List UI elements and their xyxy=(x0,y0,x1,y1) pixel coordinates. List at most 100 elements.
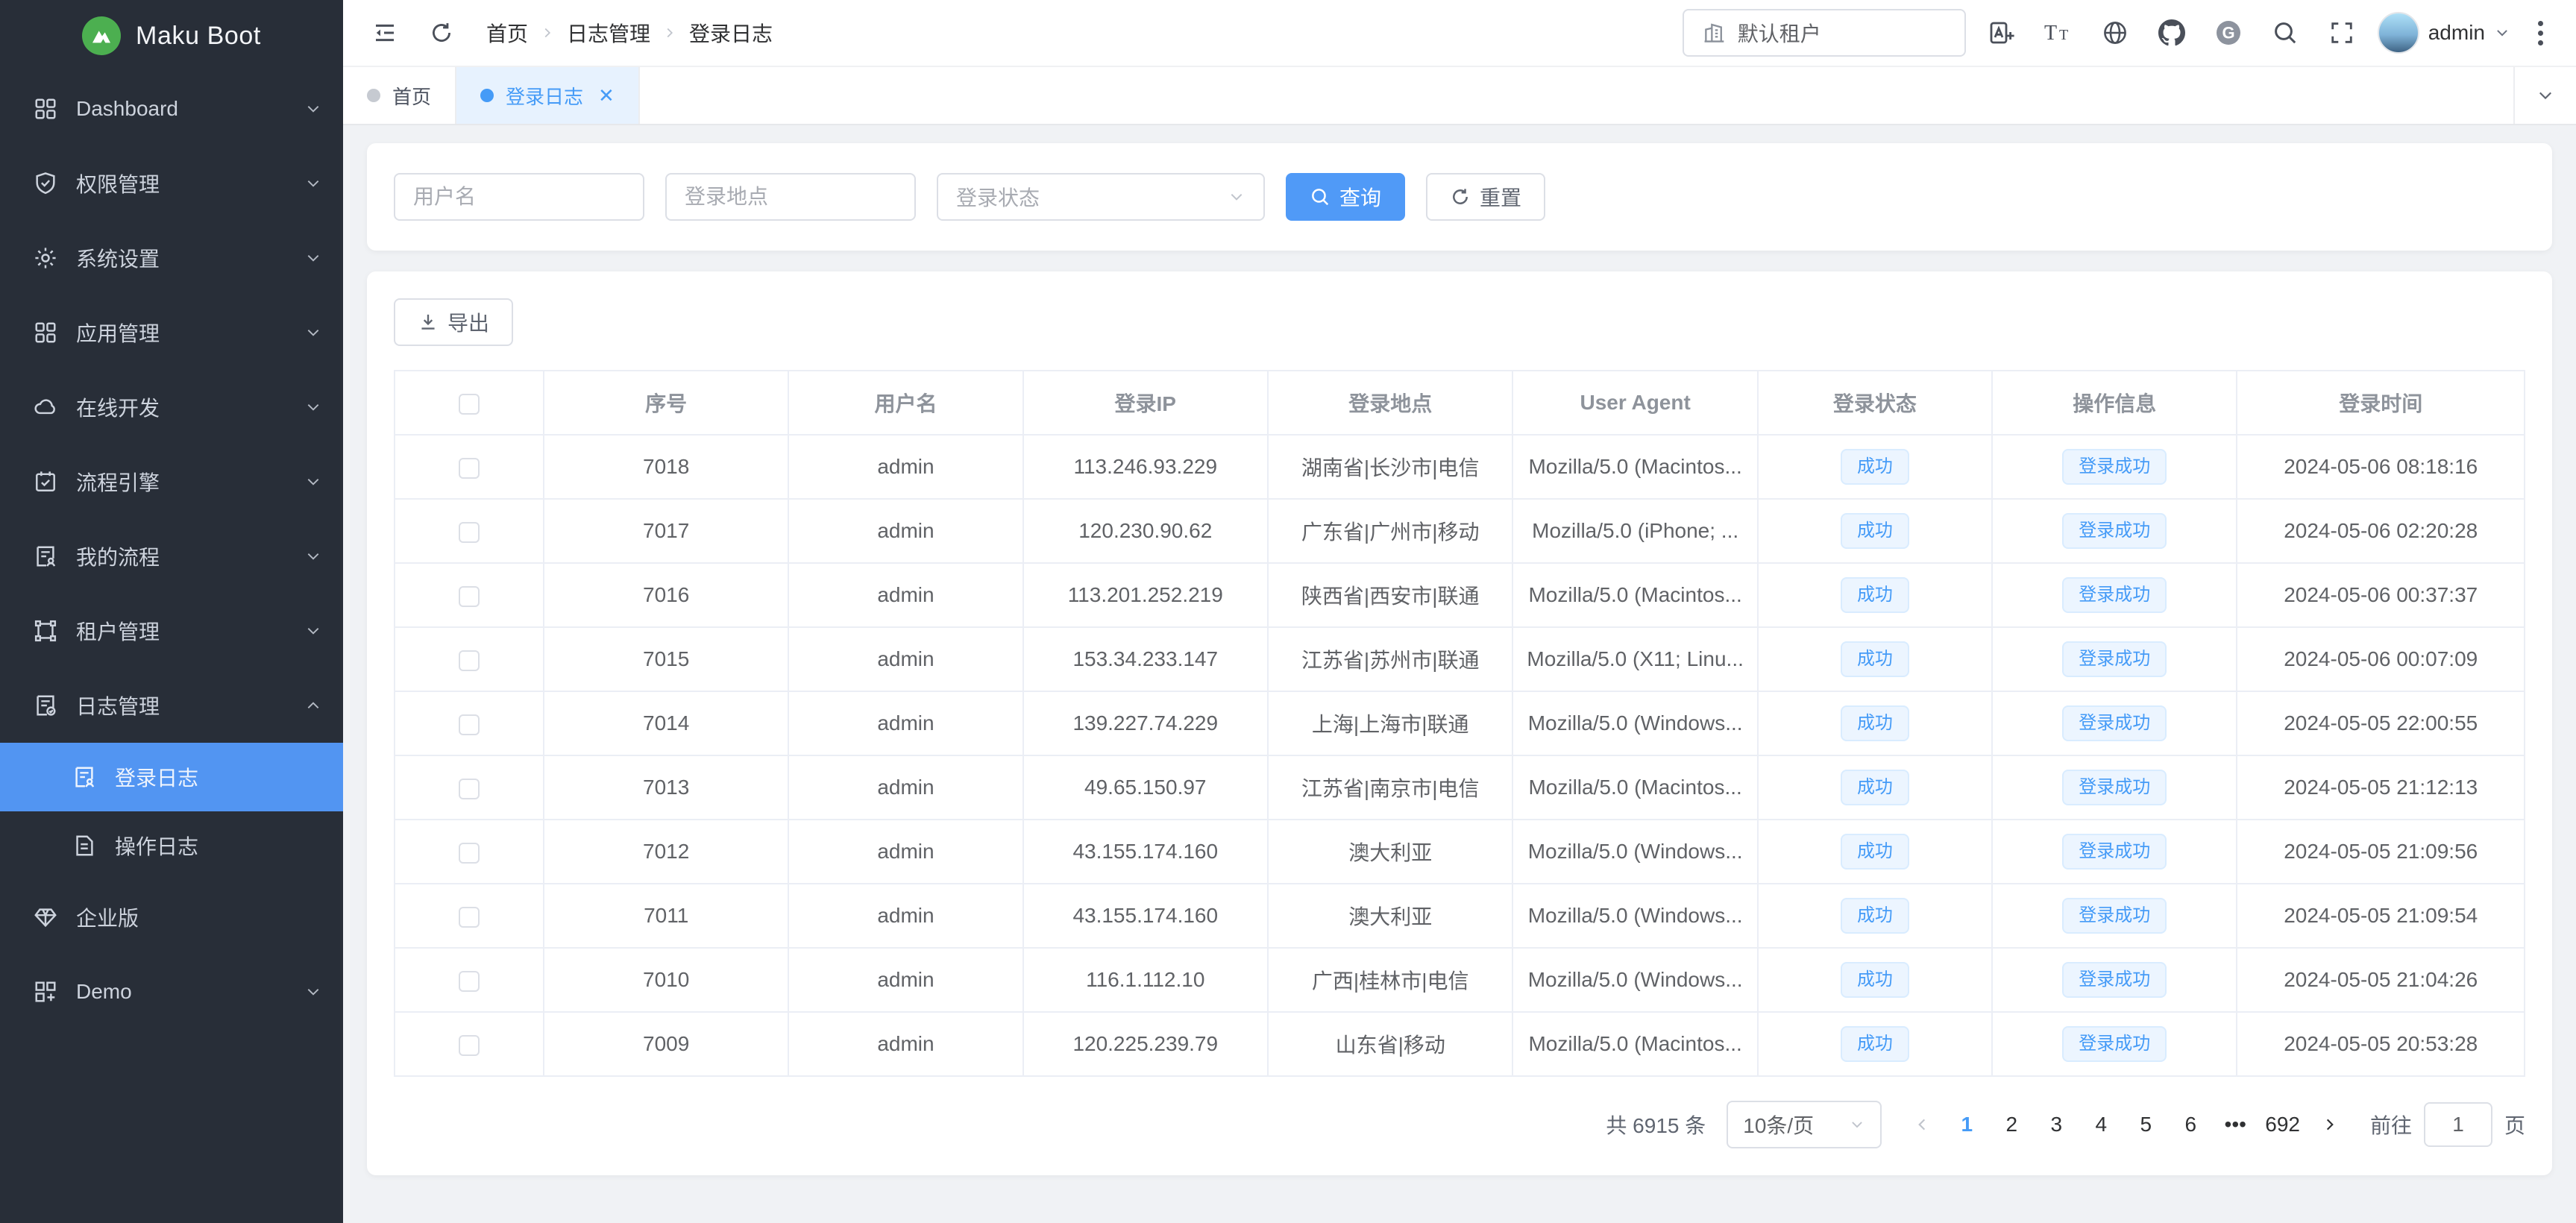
sidebar-item-system-settings[interactable]: 系统设置 xyxy=(0,221,343,295)
username-input[interactable] xyxy=(394,173,644,221)
select-all-checkbox[interactable] xyxy=(459,394,480,415)
row-checkbox[interactable] xyxy=(459,907,480,928)
sidebar-item-login-log[interactable]: 登录日志 xyxy=(0,743,343,811)
font-size-icon[interactable]: TT xyxy=(2038,12,2079,54)
download-icon xyxy=(418,312,439,333)
cell-ip: 120.225.239.79 xyxy=(1023,1012,1268,1076)
search-icon xyxy=(1310,186,1331,207)
pagination-ellipsis[interactable]: ••• xyxy=(2216,1104,2255,1145)
sidebar-item-online-dev[interactable]: 在线开发 xyxy=(0,370,343,444)
sidebar-item-label: 登录日志 xyxy=(115,762,322,792)
chevron-down-icon xyxy=(304,473,322,491)
tab-close-icon[interactable]: ✕ xyxy=(598,84,615,107)
sidebar-item-tenant-management[interactable]: 租户管理 xyxy=(0,594,343,668)
page-number[interactable]: 2 xyxy=(1992,1104,2031,1145)
row-checkbox[interactable] xyxy=(459,971,480,992)
column-header-username: 用户名 xyxy=(788,371,1022,435)
breadcrumb-home[interactable]: 首页 xyxy=(486,18,528,48)
tab-login-log[interactable]: 登录日志 ✕ xyxy=(456,67,640,124)
github-icon[interactable] xyxy=(2151,12,2193,54)
sidebar-item-label: 日志管理 xyxy=(76,691,286,720)
tab-label: 登录日志 xyxy=(506,82,583,110)
column-header-operation: 操作信息 xyxy=(1992,371,2237,435)
reset-button[interactable]: 重置 xyxy=(1426,173,1545,221)
tab-options-chevron-icon[interactable] xyxy=(2513,67,2576,124)
table-row: 7014 admin 139.227.74.229 上海|上海市|联通 Mozi… xyxy=(395,691,2525,755)
row-checkbox[interactable] xyxy=(459,522,480,543)
cell-login-time: 2024-05-05 20:53:28 xyxy=(2237,1012,2525,1076)
row-checkbox[interactable] xyxy=(459,1035,480,1056)
table-row: 7013 admin 49.65.150.97 江苏省|南京市|电信 Mozil… xyxy=(395,755,2525,820)
cell-user-agent: Mozilla/5.0 (iPhone; ... xyxy=(1512,499,1757,563)
fullscreen-icon[interactable] xyxy=(2321,12,2363,54)
row-checkbox[interactable] xyxy=(459,650,480,671)
cell-location: 澳大利亚 xyxy=(1268,820,1512,884)
collapse-sidebar-icon[interactable] xyxy=(364,12,406,54)
gitee-icon[interactable]: G xyxy=(2208,12,2249,54)
row-checkbox[interactable] xyxy=(459,458,480,479)
page-number[interactable]: 5 xyxy=(2126,1104,2165,1145)
row-checkbox[interactable] xyxy=(459,779,480,799)
export-button[interactable]: 导出 xyxy=(394,298,513,346)
breadcrumb: 首页 日志管理 登录日志 xyxy=(486,18,773,48)
row-checkbox[interactable] xyxy=(459,843,480,864)
refresh-icon[interactable] xyxy=(421,12,462,54)
page-size-value: 10条/页 xyxy=(1743,1110,1814,1139)
cell-location: 广西|桂林市|电信 xyxy=(1268,948,1512,1012)
column-header-location: 登录地点 xyxy=(1268,371,1512,435)
row-checkbox[interactable] xyxy=(459,586,480,607)
next-page-icon[interactable] xyxy=(2310,1104,2349,1145)
cell-username: admin xyxy=(788,563,1022,627)
chevron-down-icon xyxy=(304,100,322,118)
app-root: Maku Boot Dashboard 权限管理 系统设置 应用管理 xyxy=(0,0,2576,1223)
avatar[interactable] xyxy=(2378,12,2419,54)
last-page-number[interactable]: 692 xyxy=(2261,1104,2305,1145)
cell-login-time: 2024-05-06 02:20:28 xyxy=(2237,499,2525,563)
sidebar-item-log-management[interactable]: 日志管理 xyxy=(0,668,343,743)
sidebar-item-my-workflow[interactable]: 我的流程 xyxy=(0,519,343,594)
cell-ip: 139.227.74.229 xyxy=(1023,691,1268,755)
sidebar-item-enterprise[interactable]: 企业版 xyxy=(0,880,343,955)
more-options-icon[interactable] xyxy=(2525,21,2555,45)
breadcrumb-log-management[interactable]: 日志管理 xyxy=(567,18,650,48)
sidebar-item-workflow-engine[interactable]: 流程引擎 xyxy=(0,444,343,519)
document-icon xyxy=(72,833,97,858)
login-status-select[interactable]: 登录状态 xyxy=(937,173,1265,221)
goto-page-input[interactable] xyxy=(2424,1102,2492,1147)
operation-badge: 登录成功 xyxy=(2062,898,2167,934)
tab-home[interactable]: 首页 xyxy=(343,67,456,124)
page-number[interactable]: 4 xyxy=(2082,1104,2120,1145)
search-button[interactable]: 查询 xyxy=(1286,173,1405,221)
page-number[interactable]: 1 xyxy=(1947,1104,1986,1145)
cell-username: admin xyxy=(788,691,1022,755)
translate-icon[interactable] xyxy=(1981,12,2023,54)
sidebar-item-operation-log[interactable]: 操作日志 xyxy=(0,811,343,880)
column-header-ip: 登录IP xyxy=(1023,371,1268,435)
status-badge: 成功 xyxy=(1841,641,1909,677)
cell-id: 7012 xyxy=(544,820,788,884)
sidebar-item-permissions[interactable]: 权限管理 xyxy=(0,146,343,221)
sidebar-item-label: 在线开发 xyxy=(76,392,286,422)
operation-badge: 登录成功 xyxy=(2062,962,2167,998)
sidebar-item-dashboard[interactable]: Dashboard xyxy=(0,72,343,146)
page-size-select[interactable]: 10条/页 xyxy=(1727,1101,1882,1148)
chevron-down-icon xyxy=(304,249,322,267)
cell-ip: 43.155.174.160 xyxy=(1023,884,1268,948)
operation-badge: 登录成功 xyxy=(2062,770,2167,805)
cloud-icon xyxy=(33,394,58,420)
tenant-select[interactable]: 默认租户 xyxy=(1683,9,1966,57)
breadcrumb-separator-icon xyxy=(540,25,555,40)
cell-user-agent: Mozilla/5.0 (Windows... xyxy=(1512,948,1757,1012)
page-number[interactable]: 3 xyxy=(2037,1104,2076,1145)
globe-icon[interactable] xyxy=(2094,12,2136,54)
user-menu[interactable]: admin xyxy=(2378,12,2510,54)
page-number[interactable]: 6 xyxy=(2171,1104,2210,1145)
sidebar-item-app-management[interactable]: 应用管理 xyxy=(0,295,343,370)
column-header-status: 登录状态 xyxy=(1758,371,1992,435)
login-location-input[interactable] xyxy=(665,173,916,221)
sidebar-item-demo[interactable]: Demo xyxy=(0,955,343,1029)
search-icon[interactable] xyxy=(2264,12,2306,54)
prev-page-icon[interactable] xyxy=(1903,1104,1941,1145)
row-checkbox[interactable] xyxy=(459,714,480,735)
calendar-check-icon xyxy=(33,469,58,494)
